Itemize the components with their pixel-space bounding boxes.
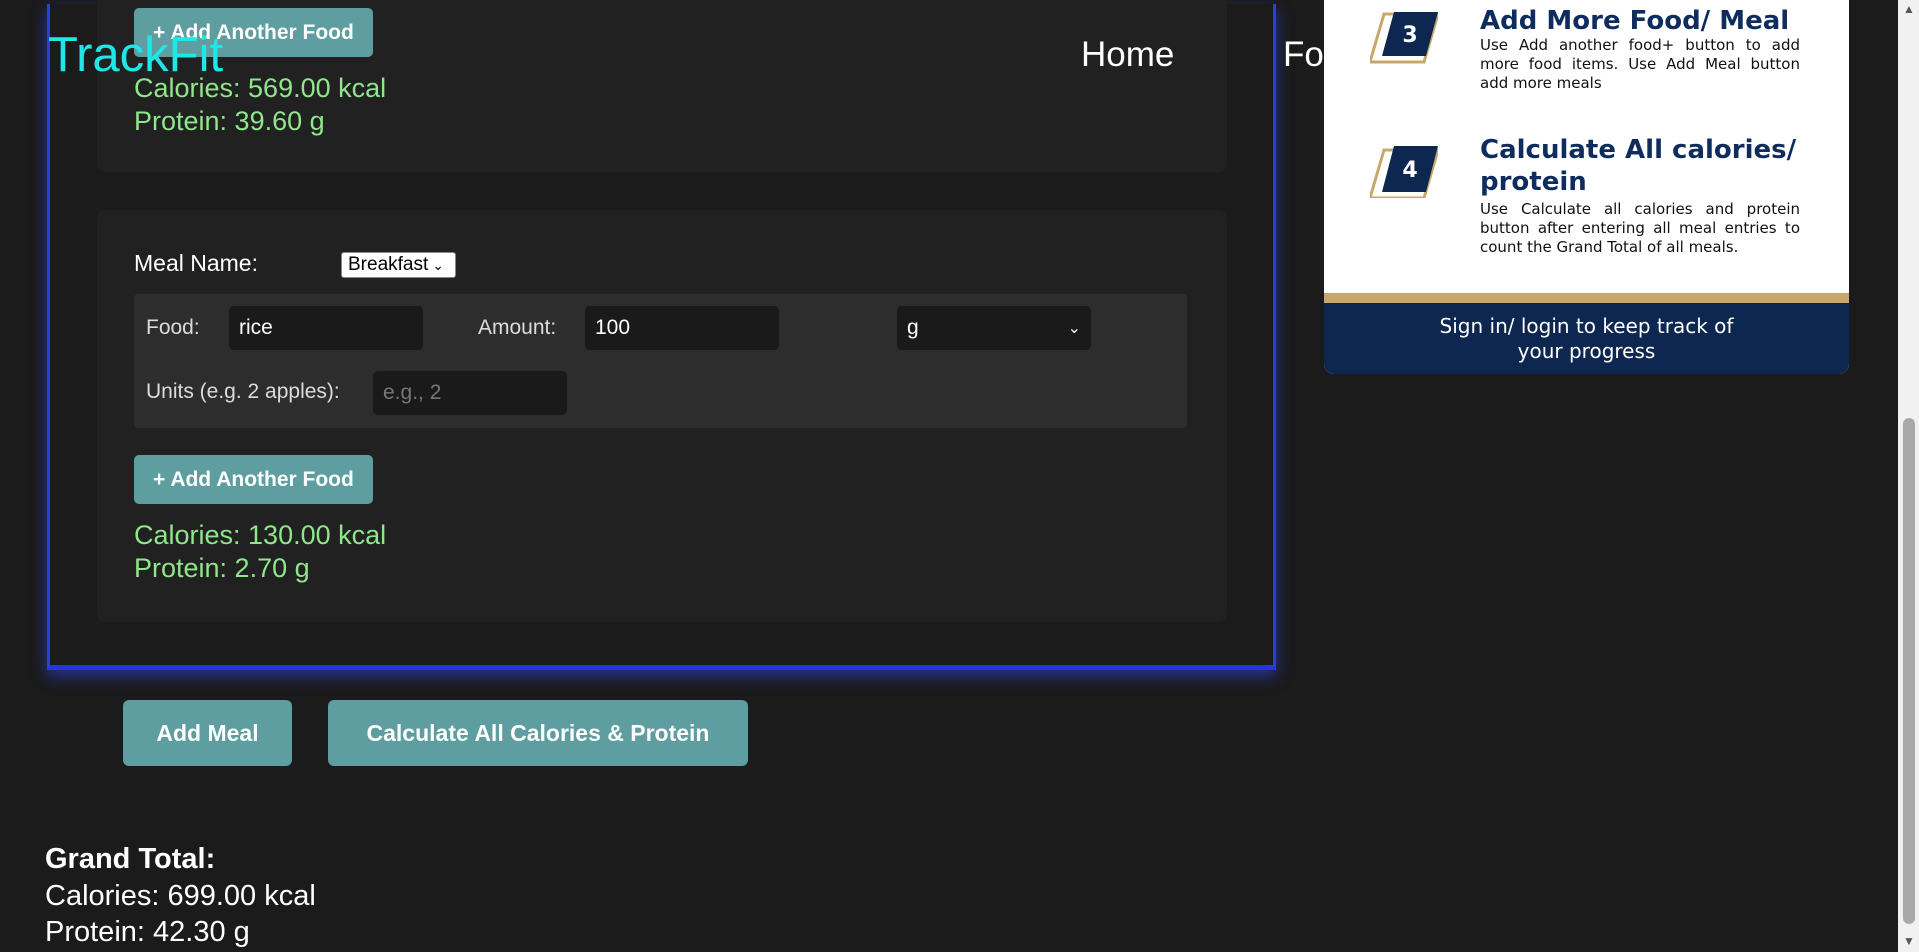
step-number: 3 xyxy=(1402,23,1417,48)
chevron-down-icon: ⌄ xyxy=(1067,320,1081,337)
step-number: 4 xyxy=(1402,158,1417,183)
amount-input[interactable]: 100 xyxy=(585,306,779,350)
signin-banner[interactable]: Sign in/ login to keep track of your pro… xyxy=(1324,303,1849,374)
step-title: Calculate All calories/ protein xyxy=(1480,135,1797,197)
grand-total-protein: Protein: 42.30 g xyxy=(45,916,250,948)
calculate-button[interactable]: Calculate All Calories & Protein xyxy=(328,700,748,766)
scrollbar-thumb[interactable] xyxy=(1903,418,1915,924)
meal-calories: Calories: 130.00 kcal xyxy=(134,520,387,550)
logo[interactable]: TrackFit xyxy=(48,27,223,83)
meal-card: Meal Name: Breakfast ⌄ Food: rice Amount… xyxy=(97,210,1227,622)
food-input[interactable]: rice xyxy=(229,306,423,350)
meal-protein: Protein: 39.60 g xyxy=(134,106,325,136)
amount-label: Amount: xyxy=(478,316,557,339)
chevron-down-icon: ⌄ xyxy=(432,256,444,273)
divider xyxy=(1324,293,1849,303)
scroll-up-icon[interactable]: ▲ xyxy=(1903,2,1915,16)
grand-total-calories: Calories: 699.00 kcal xyxy=(45,880,316,912)
meal-card: + Add Another Food Calories: 569.00 kcal… xyxy=(97,0,1227,172)
add-another-food-button[interactable]: + Add Another Food xyxy=(134,455,373,504)
step-description: Use Calculate all calories and protein b… xyxy=(1480,200,1800,256)
guide-panel: 3 Add More Food/ Meal Use Add another fo… xyxy=(1324,0,1849,374)
units-label: Units (e.g. 2 apples): xyxy=(146,380,340,403)
meal-name-label: Meal Name: xyxy=(134,250,258,276)
step-badge-icon: 4 xyxy=(1370,146,1438,198)
food-label: Food: xyxy=(146,316,200,339)
meal-name-select[interactable]: Breakfast ⌄ xyxy=(341,252,456,278)
signin-text: Sign in/ login to keep track of your pro… xyxy=(1439,313,1734,363)
food-entry-row: Food: rice Amount: 100 g ⌄ Units (e.g. 2… xyxy=(134,294,1187,428)
step-description: Use Add another food+ button to add more… xyxy=(1480,36,1800,92)
units-input[interactable]: e.g., 2 xyxy=(373,371,567,415)
meal-protein: Protein: 2.70 g xyxy=(134,553,310,583)
nav-link-food[interactable]: Fo xyxy=(1283,35,1324,75)
grand-total-title: Grand Total: xyxy=(45,843,216,875)
meals-panel: + Add Another Food Calories: 569.00 kcal… xyxy=(47,0,1276,670)
meal-name-value: Breakfast xyxy=(348,254,429,275)
unit-value: g xyxy=(907,316,919,339)
step-badge-icon: 3 xyxy=(1370,12,1438,64)
unit-select[interactable]: g ⌄ xyxy=(897,306,1091,350)
add-meal-button[interactable]: Add Meal xyxy=(123,700,292,766)
step-title: Add More Food/ Meal xyxy=(1480,6,1790,36)
scroll-down-icon[interactable]: ▼ xyxy=(1903,934,1915,948)
nav-link-home[interactable]: Home xyxy=(1081,35,1174,75)
